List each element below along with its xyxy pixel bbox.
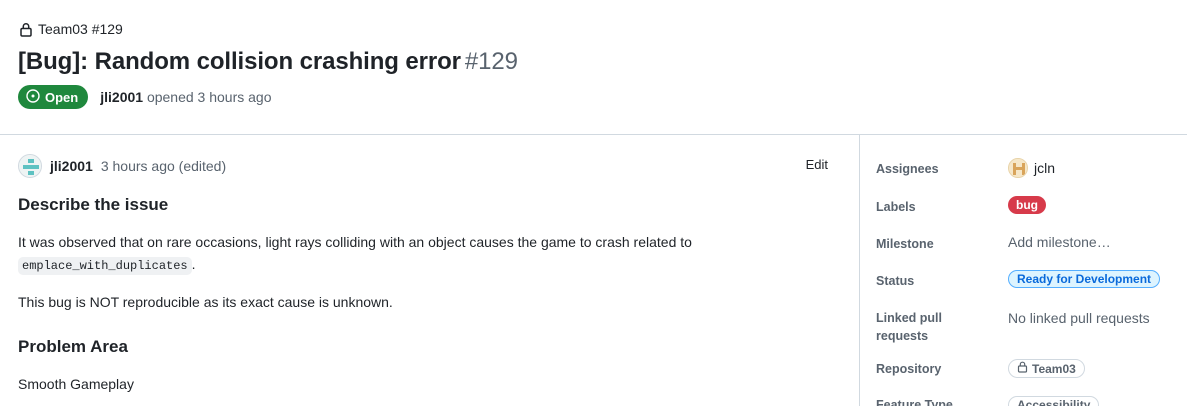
- problem-area-value: Smooth Gameplay: [18, 376, 134, 392]
- issue-open-icon: [26, 88, 40, 106]
- reproducibility-text: This bug is NOT reproducible as its exac…: [18, 294, 393, 310]
- feature-type-badge[interactable]: Accessibility: [1008, 396, 1100, 406]
- issue-description: It was observed that on rare occasions, …: [18, 231, 838, 277]
- comment-body: Describe the issue It was observed that …: [18, 195, 838, 395]
- comment-timestamp[interactable]: 3 hours ago (edited): [101, 158, 226, 174]
- description-text: It was observed that on rare occasions, …: [18, 234, 692, 250]
- repository-badge[interactable]: Team03: [1008, 359, 1085, 378]
- assignees-label[interactable]: Assignees: [876, 160, 986, 178]
- status-badge[interactable]: Ready for Development: [1008, 270, 1161, 288]
- issue-meta: Open jli2001 opened 3 hours ago: [18, 85, 272, 109]
- repository-name[interactable]: Team03: [1032, 362, 1076, 376]
- sidebar-divider: [859, 135, 860, 406]
- issue-author-link[interactable]: jli2001: [100, 89, 143, 105]
- repo-lock-icon: [1017, 361, 1028, 376]
- feature-type-label[interactable]: Feature Type: [876, 396, 986, 406]
- issue-number: #129: [464, 48, 518, 75]
- add-milestone-link[interactable]: Add milestone…: [1008, 234, 1111, 250]
- comment-author-link[interactable]: jli2001: [50, 158, 93, 174]
- heading-problem-area: Problem Area: [18, 337, 128, 356]
- issue-opened-text: jli2001 opened 3 hours ago: [100, 89, 271, 105]
- heading-describe-issue: Describe the issue: [18, 195, 169, 214]
- comment-header: jli2001 3 hours ago (edited) Edit: [18, 153, 828, 179]
- user-avatar[interactable]: [18, 154, 42, 178]
- header-divider: [0, 134, 1187, 135]
- issue-opened-time: opened 3 hours ago: [146, 89, 272, 105]
- lock-icon: [19, 22, 33, 37]
- inline-code: emplace_with_duplicates: [18, 257, 192, 275]
- issue-title: [Bug]: Random collision crashing error #1…: [18, 48, 518, 76]
- milestone-label[interactable]: Milestone: [876, 235, 986, 253]
- breadcrumb-repo-link[interactable]: Team03 #129: [38, 21, 123, 37]
- assignee-name[interactable]: jcln: [1034, 160, 1055, 176]
- linked-prs-label[interactable]: Linked pull requests: [876, 309, 986, 345]
- repository-label[interactable]: Repository: [876, 360, 986, 378]
- labels-label[interactable]: Labels: [876, 198, 986, 216]
- edit-button[interactable]: Edit: [806, 157, 828, 172]
- status-label[interactable]: Status: [876, 272, 986, 290]
- breadcrumb[interactable]: Team03 #129: [19, 21, 123, 37]
- linked-prs-value: No linked pull requests: [1008, 310, 1150, 326]
- assignee-item[interactable]: jcln: [1008, 158, 1055, 178]
- assignee-avatar: [1008, 158, 1028, 178]
- issue-state-label: Open: [45, 89, 79, 105]
- label-bug-badge[interactable]: bug: [1008, 196, 1046, 214]
- issue-state-badge: Open: [18, 85, 89, 109]
- description-period: .: [191, 256, 196, 272]
- issue-title-text: [Bug]: Random collision crashing error: [18, 48, 461, 75]
